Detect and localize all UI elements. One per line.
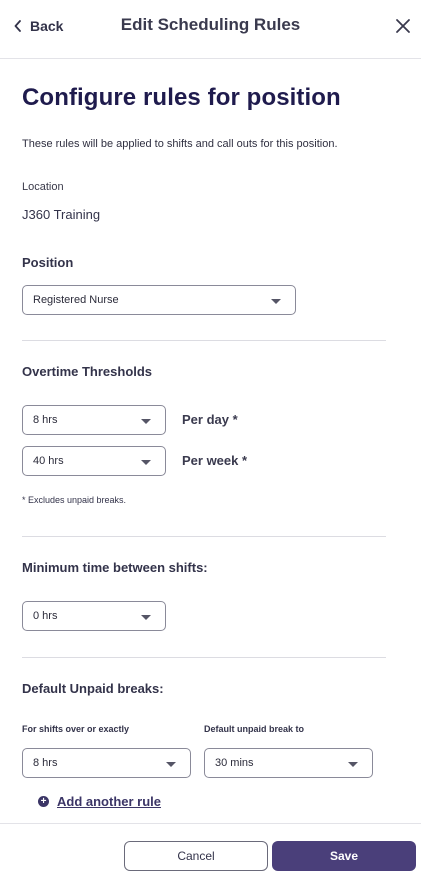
save-button[interactable]: Save	[272, 841, 416, 871]
plus-circle-icon: +	[38, 796, 49, 807]
per-day-select[interactable]: 8 hrs	[22, 405, 166, 435]
footer-divider	[0, 823, 421, 824]
per-week-select[interactable]: 40 hrs	[22, 446, 166, 476]
description-text: These rules will be applied to shifts an…	[22, 138, 338, 150]
location-label: Location	[22, 181, 64, 193]
chevron-down-icon	[141, 460, 151, 465]
chevron-down-icon	[141, 419, 151, 424]
header: Back Edit Scheduling Rules	[0, 0, 421, 59]
close-icon[interactable]	[393, 16, 413, 36]
add-rule-label: Add another rule	[57, 794, 162, 809]
min-time-select-value: 0 hrs	[33, 610, 58, 622]
overtime-note: * Excludes unpaid breaks.	[22, 495, 127, 505]
min-time-title: Minimum time between shifts:	[22, 560, 208, 575]
add-rule-button[interactable]: + Add another rule	[38, 794, 161, 809]
shift-length-select[interactable]: 8 hrs	[22, 748, 191, 778]
location-value: J360 Training	[22, 207, 101, 222]
chevron-down-icon	[348, 762, 358, 767]
per-week-select-value: 40 hrs	[33, 455, 64, 467]
position-select-value: Registered Nurse	[33, 294, 119, 306]
divider	[22, 340, 386, 341]
chevron-down-icon	[271, 299, 281, 304]
breaks-title: Default Unpaid breaks:	[22, 681, 164, 696]
overtime-title: Overtime Thresholds	[22, 364, 153, 379]
break-length-select-value: 30 mins	[215, 757, 254, 769]
position-label: Position	[22, 255, 74, 270]
break-length-select[interactable]: 30 mins	[204, 748, 373, 778]
min-time-select[interactable]: 0 hrs	[22, 601, 166, 631]
cancel-button[interactable]: Cancel	[124, 841, 268, 871]
break-length-label: Default unpaid break to	[204, 724, 305, 734]
shift-length-select-value: 8 hrs	[33, 757, 58, 769]
divider	[22, 657, 386, 658]
per-week-label: Per week *	[182, 453, 248, 468]
chevron-down-icon	[166, 762, 176, 767]
divider	[22, 536, 386, 537]
chevron-down-icon	[141, 615, 151, 620]
page-title: Edit Scheduling Rules	[120, 15, 301, 34]
shift-length-label: For shifts over or exactly	[22, 724, 130, 734]
per-day-label: Per day *	[182, 412, 238, 427]
section-heading: Configure rules for position	[22, 84, 341, 111]
per-day-select-value: 8 hrs	[33, 414, 58, 426]
position-select[interactable]: Registered Nurse	[22, 285, 296, 315]
